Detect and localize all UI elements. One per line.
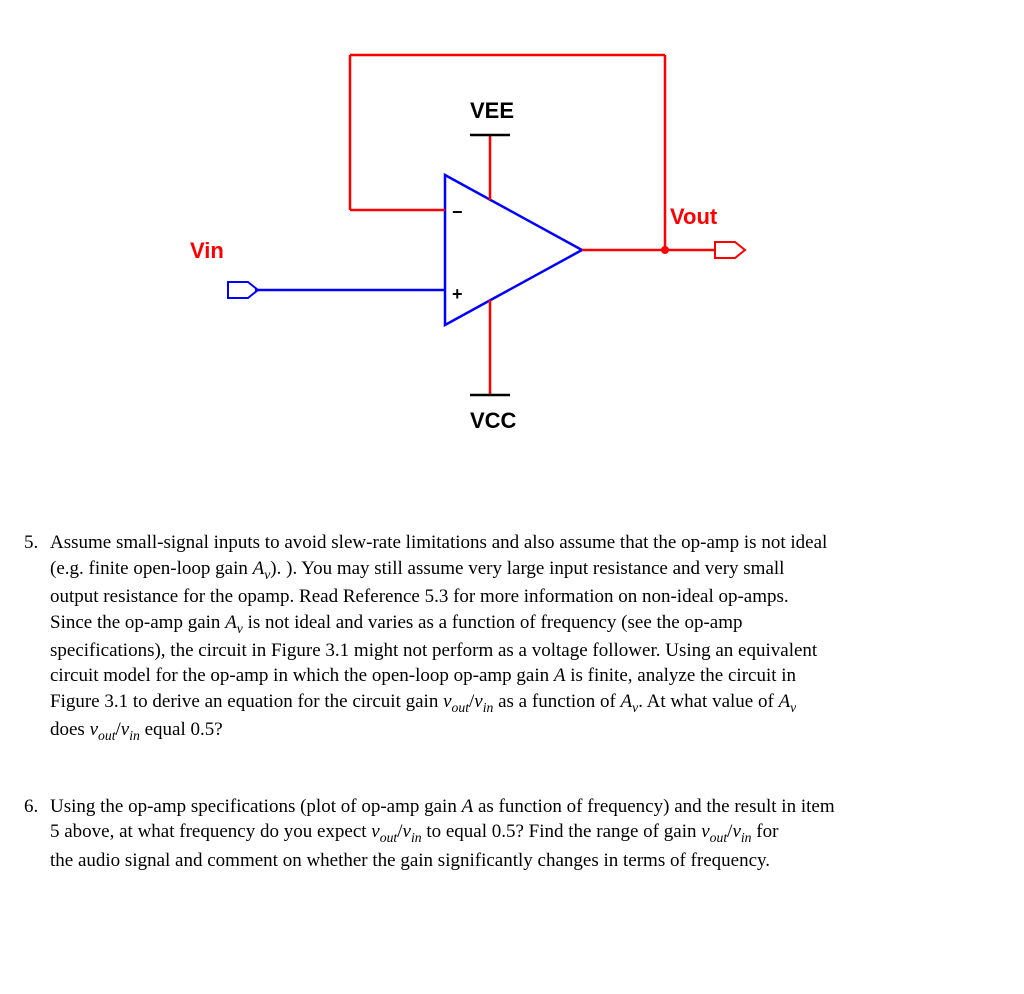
p6-l2b: to equal 0.5? Find the range of gain — [422, 821, 702, 842]
p6-l1a: Using the op-amp specifications (plot of… — [50, 796, 462, 817]
p5-l7a: Figure 3.1 to derive an equation for the… — [50, 691, 443, 712]
p6-l1b: as function of frequency) and the result… — [473, 796, 834, 817]
vout-label: Vout — [670, 204, 718, 229]
p5-vout2-sub: out — [98, 728, 115, 743]
problem-5-number: 5. — [24, 530, 38, 556]
p6-vin2-sub: in — [741, 830, 752, 845]
p5-A-1: A — [554, 665, 566, 686]
problem-5: 5. Assume small-signal inputs to avoid s… — [50, 530, 974, 746]
p5-l4a: Since the op-amp gain — [50, 612, 225, 633]
p5-vin2: v — [121, 719, 129, 740]
vcc-label: VCC — [470, 408, 517, 433]
p5-l3: output resistance for the opamp. Read Re… — [50, 586, 789, 607]
p5-Av-2a: A — [225, 612, 237, 633]
p5-vin-sub: in — [483, 700, 494, 715]
p5-l8a: does — [50, 719, 90, 740]
p6-vout-sub: out — [380, 830, 397, 845]
p5-Av-3a: A — [621, 691, 633, 712]
p5-l7b: as a function of — [493, 691, 620, 712]
p5-l2b: ). ). You may still assume very large in… — [270, 558, 784, 579]
p5-l1: Assume small-signal inputs to avoid slew… — [50, 532, 827, 553]
p5-Av-4a: A — [779, 691, 791, 712]
problem-text: 5. Assume small-signal inputs to avoid s… — [0, 500, 1024, 951]
problem-6: 6. Using the op-amp specifications (plot… — [50, 794, 974, 874]
vin-label: Vin — [190, 238, 224, 263]
vout-port-icon — [715, 242, 745, 258]
p6-l2c: for — [752, 821, 779, 842]
minus-sign: − — [452, 202, 463, 222]
problem-6-number: 6. — [24, 794, 38, 820]
p5-Av-1a: A — [253, 558, 265, 579]
p5-l4b: is not ideal and varies as a function of… — [243, 612, 743, 633]
p6-vout2: v — [701, 821, 709, 842]
p5-vout-sub: out — [452, 700, 469, 715]
p5-vout2: v — [90, 719, 98, 740]
plus-sign: + — [452, 284, 463, 304]
vee-label: VEE — [470, 98, 514, 123]
p5-vin2-sub: in — [129, 728, 140, 743]
p6-vin2: v — [732, 821, 740, 842]
opamp-triangle — [445, 175, 582, 325]
p6-vin: v — [403, 821, 411, 842]
p6-l3: the audio signal and comment on whether … — [50, 850, 770, 871]
p5-l5: specifications), the circuit in Figure 3… — [50, 640, 817, 661]
feedback-node — [661, 246, 669, 254]
p6-l2a: 5 above, at what frequency do you expect — [50, 821, 371, 842]
p6-vout: v — [371, 821, 379, 842]
circuit-diagram: − + VEE VCC Vin Vout — [0, 0, 1024, 500]
p6-vout2-sub: out — [710, 830, 727, 845]
p5-l8b: equal 0.5? — [140, 719, 223, 740]
vin-port-icon — [228, 282, 258, 298]
p5-l6a: circuit model for the op-amp in which th… — [50, 665, 554, 686]
p5-l6b: is finite, analyze the circuit in — [566, 665, 797, 686]
p5-vout: v — [443, 691, 451, 712]
p5-l2a: (e.g. finite open-loop gain — [50, 558, 253, 579]
p5-Av-4b: v — [790, 700, 796, 715]
p6-vin-sub: in — [411, 830, 422, 845]
p6-A: A — [462, 796, 474, 817]
p5-l7c: . At what value of — [638, 691, 778, 712]
opamp-svg: − + VEE VCC Vin Vout — [0, 0, 1024, 500]
p5-vin: v — [474, 691, 482, 712]
